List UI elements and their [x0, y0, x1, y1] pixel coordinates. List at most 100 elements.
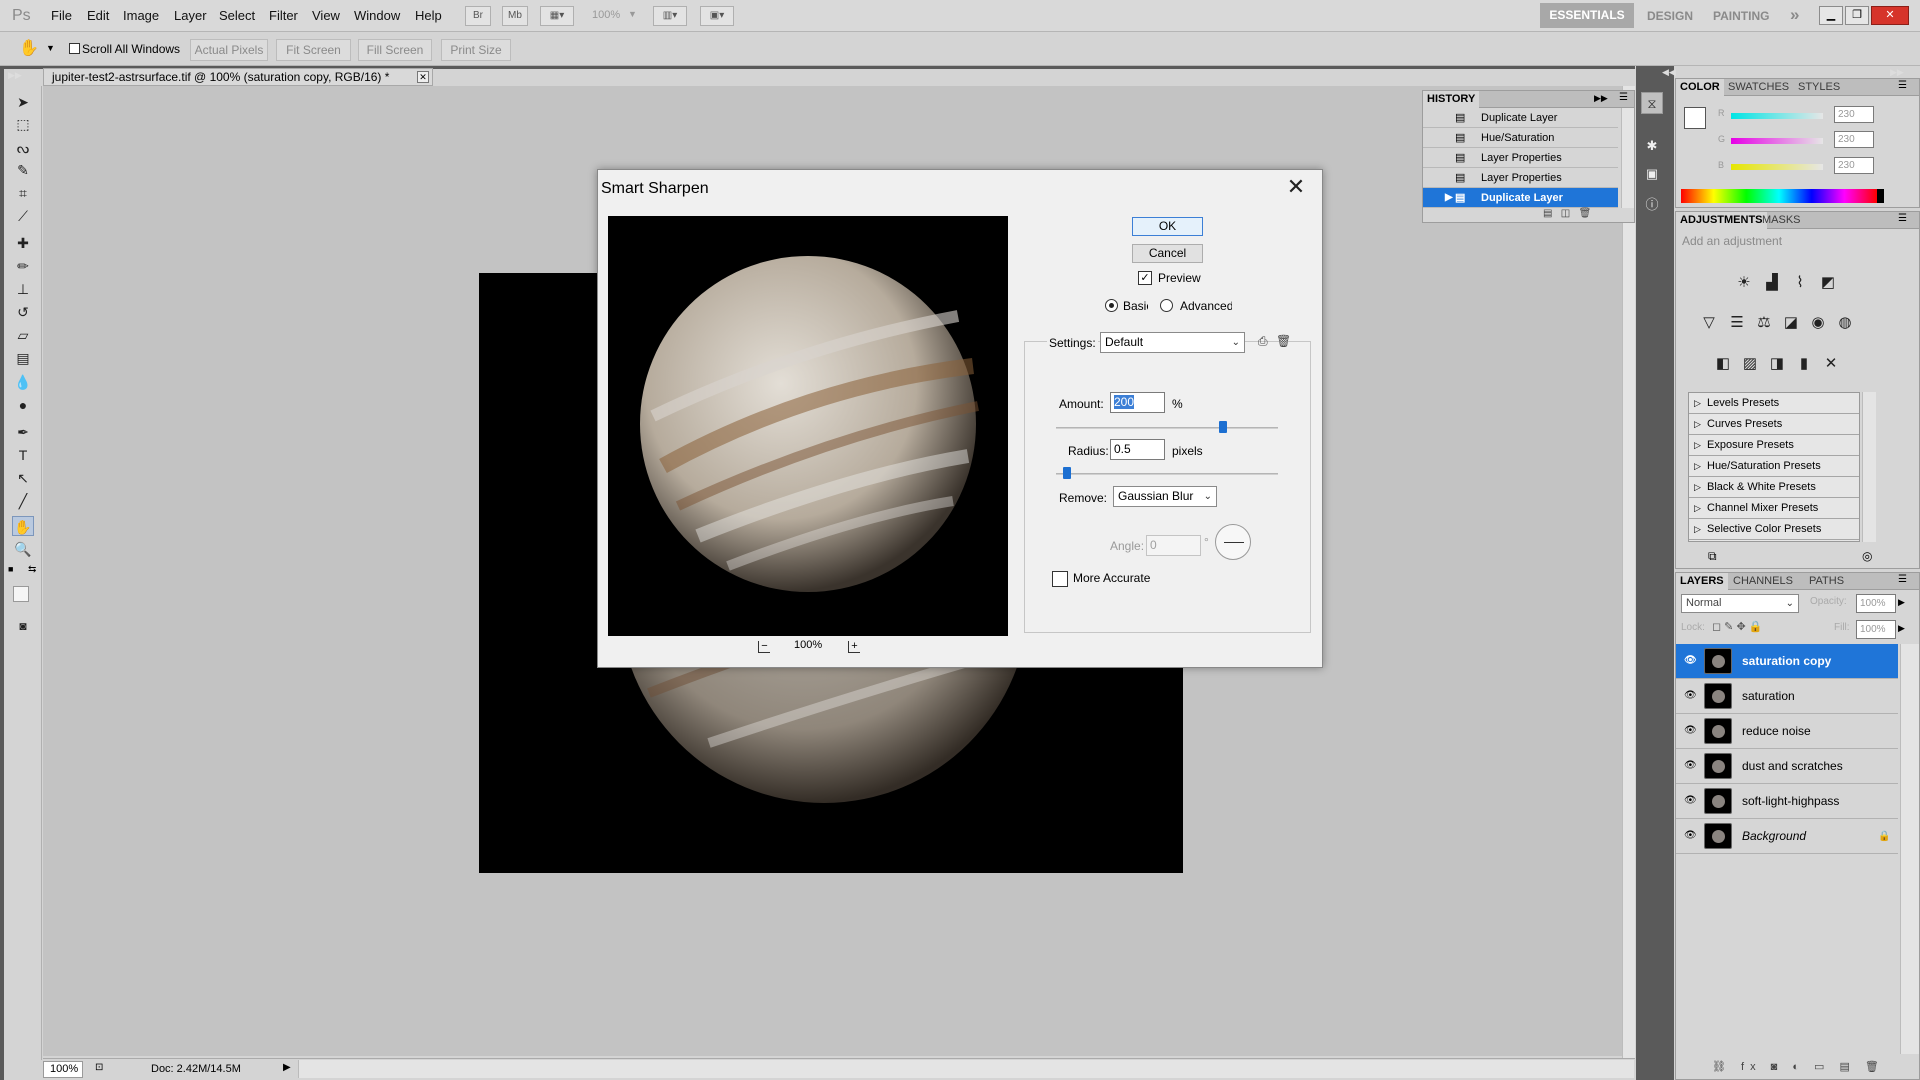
layers-scrollbar[interactable]: [1900, 644, 1919, 1054]
fill-screen-button[interactable]: Fill Screen: [358, 39, 432, 61]
dialog-close-icon[interactable]: ✕: [1283, 176, 1309, 200]
close-button[interactable]: ✕: [1871, 6, 1909, 25]
preset-item[interactable]: ▷ Levels Presets: [1689, 393, 1859, 414]
tab-swatches[interactable]: SWATCHES: [1724, 79, 1793, 96]
more-workspaces-icon[interactable]: »: [1790, 5, 1799, 25]
delete-settings-icon[interactable]: 🗑: [1276, 334, 1291, 348]
color-spectrum-bar[interactable]: [1681, 189, 1877, 203]
red-slider[interactable]: [1731, 113, 1823, 119]
zoom-in-button[interactable]: +: [848, 641, 860, 653]
radius-slider-track[interactable]: [1056, 473, 1278, 475]
black-swatch[interactable]: [1877, 189, 1884, 203]
blue-slider[interactable]: [1731, 164, 1823, 170]
fill-arrow-icon[interactable]: ▶: [1898, 623, 1905, 634]
status-menu-arrow-icon[interactable]: ▶: [283, 1062, 291, 1073]
toggle-visibility-icon[interactable]: ◎: [1862, 549, 1872, 563]
collapse-panel-icon[interactable]: ▶▶: [1594, 93, 1608, 104]
panel-menu-icon[interactable]: ☰: [1619, 92, 1628, 103]
quick-selection-tool-icon[interactable]: ✎: [12, 160, 34, 180]
workspace-design[interactable]: DESIGN: [1647, 9, 1693, 23]
menu-view[interactable]: View: [312, 8, 340, 23]
move-tool-icon[interactable]: ➤: [12, 92, 34, 112]
vibrance-icon[interactable]: ▽: [1698, 312, 1720, 334]
fit-screen-button[interactable]: Fit Screen: [276, 39, 351, 61]
lock-icons[interactable]: ◻ ✎ ✥ 🔒: [1712, 620, 1762, 633]
quick-mask-icon[interactable]: ◙: [12, 616, 34, 636]
tab-masks[interactable]: MASKS: [1758, 212, 1805, 229]
tool-preset-dropdown-icon[interactable]: ▼: [46, 43, 55, 53]
panel-menu-icon[interactable]: ☰: [1898, 80, 1907, 91]
menu-window[interactable]: Window: [354, 8, 400, 23]
angle-dial[interactable]: [1215, 524, 1251, 560]
marquee-tool-icon[interactable]: ⬚: [12, 114, 34, 134]
toolbox-collapse-icon[interactable]: ▶▶: [8, 70, 22, 81]
bridge-icon[interactable]: Br: [465, 6, 491, 26]
red-value[interactable]: 230: [1834, 106, 1874, 123]
opacity-arrow-icon[interactable]: ▶: [1898, 597, 1905, 608]
preset-item[interactable]: ▷ Hue/Saturation Presets: [1689, 456, 1859, 477]
levels-icon[interactable]: ▟: [1761, 272, 1783, 294]
basic-radio[interactable]: [1105, 299, 1118, 312]
history-item-selected[interactable]: ▶ ▤ Duplicate Layer: [1423, 188, 1618, 208]
blur-tool-icon[interactable]: 💧: [12, 372, 34, 392]
brightness-contrast-icon[interactable]: ☀: [1733, 272, 1755, 294]
collapse-dock-icon[interactable]: ◀◀: [1662, 67, 1676, 78]
layer-row[interactable]: 👁 saturation: [1676, 679, 1898, 714]
remove-select[interactable]: Gaussian Blur ⌄: [1113, 486, 1217, 507]
history-item[interactable]: ▤ Duplicate Layer: [1423, 108, 1618, 128]
preview-checkbox[interactable]: ✓: [1138, 271, 1152, 285]
preset-item[interactable]: ▷ Black & White Presets: [1689, 477, 1859, 498]
horizontal-scrollbar[interactable]: [298, 1060, 1634, 1078]
advanced-radio[interactable]: [1160, 299, 1173, 312]
radius-input[interactable]: 0.5: [1110, 439, 1165, 460]
black-white-icon[interactable]: ◪: [1780, 312, 1802, 334]
screen-mode-icon[interactable]: ▣▾: [700, 6, 734, 26]
eye-icon[interactable]: 👁: [1684, 795, 1697, 807]
menu-select[interactable]: Select: [219, 8, 255, 23]
menu-help[interactable]: Help: [415, 8, 442, 23]
minimize-button[interactable]: ▁: [1819, 6, 1843, 25]
amount-slider-track[interactable]: [1056, 427, 1278, 429]
clone-stamp-tool-icon[interactable]: ⊥: [12, 279, 34, 299]
type-tool-icon[interactable]: T: [12, 445, 34, 465]
crop-tool-icon[interactable]: ⌗: [12, 183, 34, 203]
mini-bridge-icon[interactable]: Mb: [502, 6, 528, 26]
preset-item[interactable]: ▷ Channel Mixer Presets: [1689, 498, 1859, 519]
path-selection-tool-icon[interactable]: ↖: [12, 468, 34, 488]
hue-saturation-icon[interactable]: ☰: [1726, 312, 1748, 334]
invert-icon[interactable]: ◧: [1712, 353, 1734, 375]
history-item[interactable]: ▤ Layer Properties: [1423, 168, 1618, 188]
layers-footer-icons[interactable]: ⛓ fx ◙ ◐ ▭ ▤ 🗑: [1712, 1060, 1885, 1073]
gradient-map-icon[interactable]: ▮: [1793, 353, 1815, 375]
amount-input[interactable]: 200: [1110, 392, 1165, 413]
curves-icon[interactable]: ⌇: [1789, 272, 1811, 294]
selective-color-icon[interactable]: ✕: [1820, 353, 1842, 375]
layer-row[interactable]: 👁 dust and scratches: [1676, 749, 1898, 784]
history-item[interactable]: ▤ Hue/Saturation: [1423, 128, 1618, 148]
workspace-essentials[interactable]: ESSENTIALS: [1540, 3, 1634, 28]
tab-paths[interactable]: PATHS: [1805, 573, 1848, 590]
close-tab-icon[interactable]: ✕: [417, 71, 429, 83]
eye-icon[interactable]: 👁: [1684, 655, 1697, 667]
threshold-icon[interactable]: ◨: [1766, 353, 1788, 375]
amount-slider-thumb[interactable]: [1218, 421, 1227, 433]
ok-button[interactable]: OK: [1132, 217, 1203, 236]
preset-item[interactable]: ▷ Selective Color Presets: [1689, 519, 1859, 540]
history-scrollbar[interactable]: [1621, 108, 1634, 208]
layer-row[interactable]: 👁 soft-light-highpass: [1676, 784, 1898, 819]
actual-pixels-button[interactable]: Actual Pixels: [190, 39, 268, 61]
scroll-all-windows-checkbox[interactable]: [69, 43, 80, 54]
settings-select[interactable]: Default ⌄: [1100, 332, 1245, 353]
menu-image[interactable]: Image: [123, 8, 159, 23]
panel-menu-icon[interactable]: ☰: [1898, 574, 1907, 585]
vertical-scrollbar[interactable]: [1622, 86, 1635, 1058]
blue-value[interactable]: 230: [1834, 157, 1874, 174]
tab-history[interactable]: HISTORY: [1423, 91, 1480, 108]
angle-input[interactable]: 0: [1146, 535, 1201, 556]
arrange-documents-icon[interactable]: ▥▾: [653, 6, 687, 26]
zoom-level[interactable]: 100%: [592, 9, 620, 21]
eye-icon[interactable]: 👁: [1684, 760, 1697, 772]
menu-filter[interactable]: Filter: [269, 8, 298, 23]
menu-layer[interactable]: Layer: [174, 8, 207, 23]
swap-colors-icon[interactable]: ⇆: [28, 564, 36, 575]
